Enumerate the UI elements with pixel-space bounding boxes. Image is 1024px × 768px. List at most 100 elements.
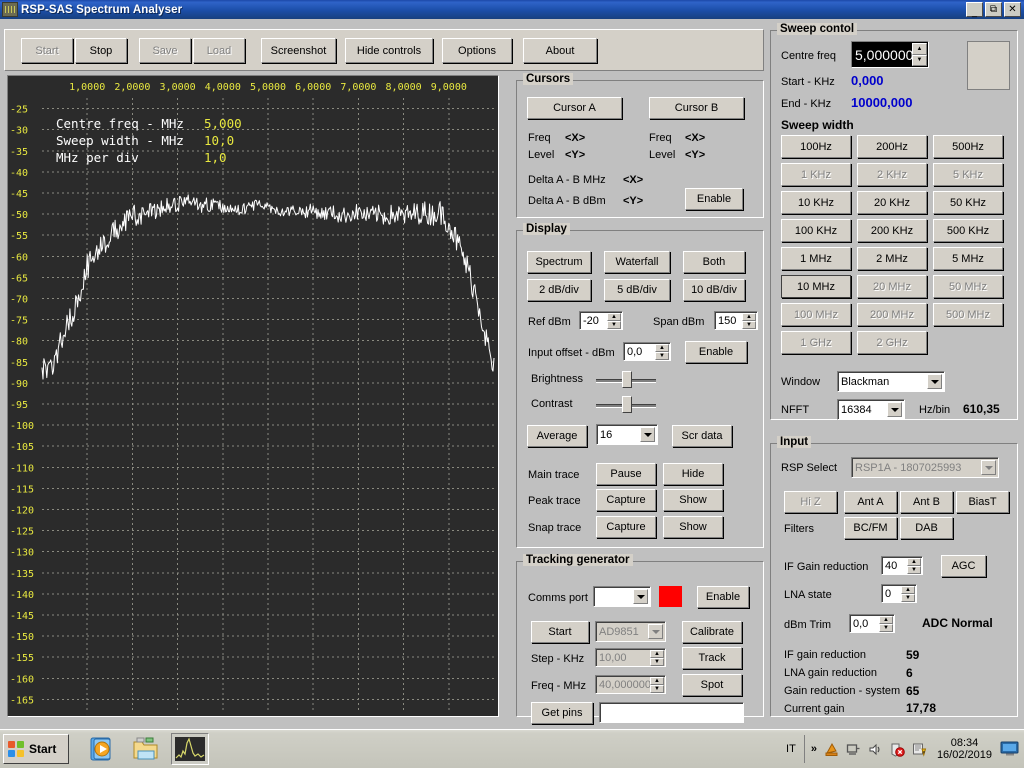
tracking-step-stepper[interactable]: ▲ ▼ (650, 650, 664, 666)
tracking-get-pins-button[interactable]: Get pins (531, 702, 593, 724)
hide-controls-button[interactable]: Hide controls (345, 38, 433, 63)
input-offset-enable-button[interactable]: Enable (685, 341, 747, 363)
sweep-width-5-khz-button[interactable]: 5 KHz (933, 163, 1003, 186)
biast-button[interactable]: BiasT (956, 491, 1009, 513)
security-alert-icon[interactable] (890, 742, 905, 757)
ref-dbm-field[interactable]: -20 ▲ ▼ (579, 311, 623, 330)
scale-2db-button[interactable]: 2 dB/div (527, 279, 591, 301)
dbm-trim-stepper[interactable]: ▲ ▼ (879, 616, 893, 632)
start-button-taskbar[interactable]: Start (3, 734, 69, 764)
main-trace-pause-button[interactable]: Pause (596, 463, 656, 485)
lna-state-stepper[interactable]: ▲ ▼ (901, 586, 915, 602)
nfft-combo[interactable]: 16384 (837, 399, 905, 420)
tracking-track-button[interactable]: Track (682, 647, 742, 669)
tracking-freq-field[interactable]: 40,000000 ▲ ▼ (595, 675, 666, 694)
restore-icon[interactable]: ⧉ (985, 2, 1002, 17)
stop-button[interactable]: Stop (75, 38, 127, 63)
tracking-start-button[interactable]: Start (531, 621, 589, 643)
sweep-width-500hz-button[interactable]: 500Hz (933, 135, 1003, 158)
volume-icon[interactable] (868, 742, 883, 757)
start-button[interactable]: Start (21, 38, 73, 63)
snap-trace-capture-button[interactable]: Capture (596, 516, 656, 538)
sweep-width-50-mhz-button[interactable]: 50 MHz (933, 275, 1003, 298)
hiz-button[interactable]: Hi Z (784, 491, 837, 513)
agc-button[interactable]: AGC (941, 555, 986, 577)
chevron-down-icon[interactable] (887, 402, 902, 417)
window-combo[interactable]: Blackman (837, 371, 945, 392)
chevron-down-icon[interactable] (648, 624, 663, 639)
sweep-width-100hz-button[interactable]: 100Hz (781, 135, 851, 158)
dab-filter-button[interactable]: DAB (900, 517, 953, 539)
file-explorer-icon[interactable] (127, 733, 165, 765)
update-icon[interactable] (824, 742, 839, 757)
minimize-icon[interactable]: _ (966, 2, 983, 17)
display-mode-spectrum[interactable]: Spectrum (527, 251, 591, 273)
if-gain-field[interactable]: 40 ▲ ▼ (881, 556, 923, 575)
sweep-width-2-mhz-button[interactable]: 2 MHz (857, 247, 927, 270)
cursor-b-button[interactable]: Cursor B (649, 97, 744, 119)
sweep-width-20-mhz-button[interactable]: 20 MHz (857, 275, 927, 298)
tracking-spot-button[interactable]: Spot (682, 674, 742, 696)
chevron-down-icon[interactable] (927, 374, 942, 389)
about-button[interactable]: About (523, 38, 597, 63)
sweep-width-200-khz-button[interactable]: 200 KHz (857, 219, 927, 242)
sweep-width-1-mhz-button[interactable]: 1 MHz (781, 247, 851, 270)
cursors-enable-button[interactable]: Enable (685, 188, 743, 210)
sweep-width-10-khz-button[interactable]: 10 KHz (781, 191, 851, 214)
contrast-slider[interactable] (596, 396, 656, 413)
language-indicator[interactable]: IT (786, 743, 796, 755)
lna-state-field[interactable]: 0 ▲ ▼ (881, 584, 917, 603)
sweep-width-50-khz-button[interactable]: 50 KHz (933, 191, 1003, 214)
peak-trace-show-button[interactable]: Show (663, 489, 723, 511)
centre-freq-stepper[interactable]: ▲ ▼ (912, 43, 927, 66)
network-icon[interactable] (846, 742, 861, 757)
ant-a-button[interactable]: Ant A (844, 491, 897, 513)
sweep-width-500-khz-button[interactable]: 500 KHz (933, 219, 1003, 242)
scr-data-button[interactable]: Scr data (672, 425, 732, 447)
tracking-enable-button[interactable]: Enable (697, 586, 749, 608)
average-count-combo[interactable]: 16 (596, 424, 658, 445)
tracking-pins-field[interactable] (599, 702, 744, 723)
comms-port-combo[interactable] (593, 586, 651, 607)
sweep-width-100-khz-button[interactable]: 100 KHz (781, 219, 851, 242)
save-button[interactable]: Save (139, 38, 191, 63)
spectrum-analyser-icon[interactable] (171, 733, 209, 765)
rsp-select-combo[interactable]: RSP1A - 1807025993 (851, 457, 999, 478)
sweep-width-200-mhz-button[interactable]: 200 MHz (857, 303, 927, 326)
show-hidden-icons-chevron[interactable]: » (811, 743, 817, 755)
contrast-thumb[interactable] (622, 396, 632, 413)
brightness-thumb[interactable] (622, 371, 632, 388)
display-mode-waterfall[interactable]: Waterfall (604, 251, 670, 273)
bcfm-filter-button[interactable]: BC/FM (844, 517, 897, 539)
input-offset-field[interactable]: 0,0 ▲ ▼ (623, 342, 671, 361)
dbm-trim-field[interactable]: 0,0 ▲ ▼ (849, 614, 895, 633)
display-mode-both[interactable]: Both (683, 251, 745, 273)
scale-5db-button[interactable]: 5 dB/div (604, 279, 670, 301)
input-offset-stepper[interactable]: ▲ ▼ (655, 344, 669, 360)
spectrum-plot[interactable]: 1,0000 2,0000 3,0000 4,0000 5,0000 6,0000 7,00… (7, 75, 499, 717)
span-dbm-stepper[interactable]: ▲ ▼ (742, 313, 756, 329)
centre-freq-field[interactable]: 5,000000 ▲ ▼ (851, 41, 929, 68)
tracking-step-field[interactable]: 10,00 ▲ ▼ (595, 648, 666, 667)
peak-trace-capture-button[interactable]: Capture (596, 489, 656, 511)
options-button[interactable]: Options (442, 38, 512, 63)
sweep-width-2-khz-button[interactable]: 2 KHz (857, 163, 927, 186)
screenshot-button[interactable]: Screenshot (261, 38, 336, 63)
sweep-width-10-mhz-button[interactable]: 10 MHz (781, 275, 851, 298)
if-gain-stepper[interactable]: ▲ ▼ (907, 558, 921, 574)
show-desktop-icon[interactable] (1000, 741, 1020, 757)
average-button[interactable]: Average (527, 425, 587, 447)
ref-dbm-stepper[interactable]: ▲ ▼ (607, 313, 621, 329)
sweep-width-100-mhz-button[interactable]: 100 MHz (781, 303, 851, 326)
sweep-width-5-mhz-button[interactable]: 5 MHz (933, 247, 1003, 270)
sweep-width-2-ghz-button[interactable]: 2 GHz (857, 331, 927, 354)
sweep-width-1-khz-button[interactable]: 1 KHz (781, 163, 851, 186)
tracking-freq-stepper[interactable]: ▲ ▼ (650, 677, 664, 693)
chevron-down-icon[interactable] (633, 589, 648, 604)
load-button[interactable]: Load (193, 38, 245, 63)
tracking-calibrate-button[interactable]: Calibrate (682, 621, 742, 643)
sweep-width-200hz-button[interactable]: 200Hz (857, 135, 927, 158)
sweep-width-20-khz-button[interactable]: 20 KHz (857, 191, 927, 214)
chevron-down-icon[interactable] (640, 427, 655, 442)
sweep-width-500-mhz-button[interactable]: 500 MHz (933, 303, 1003, 326)
